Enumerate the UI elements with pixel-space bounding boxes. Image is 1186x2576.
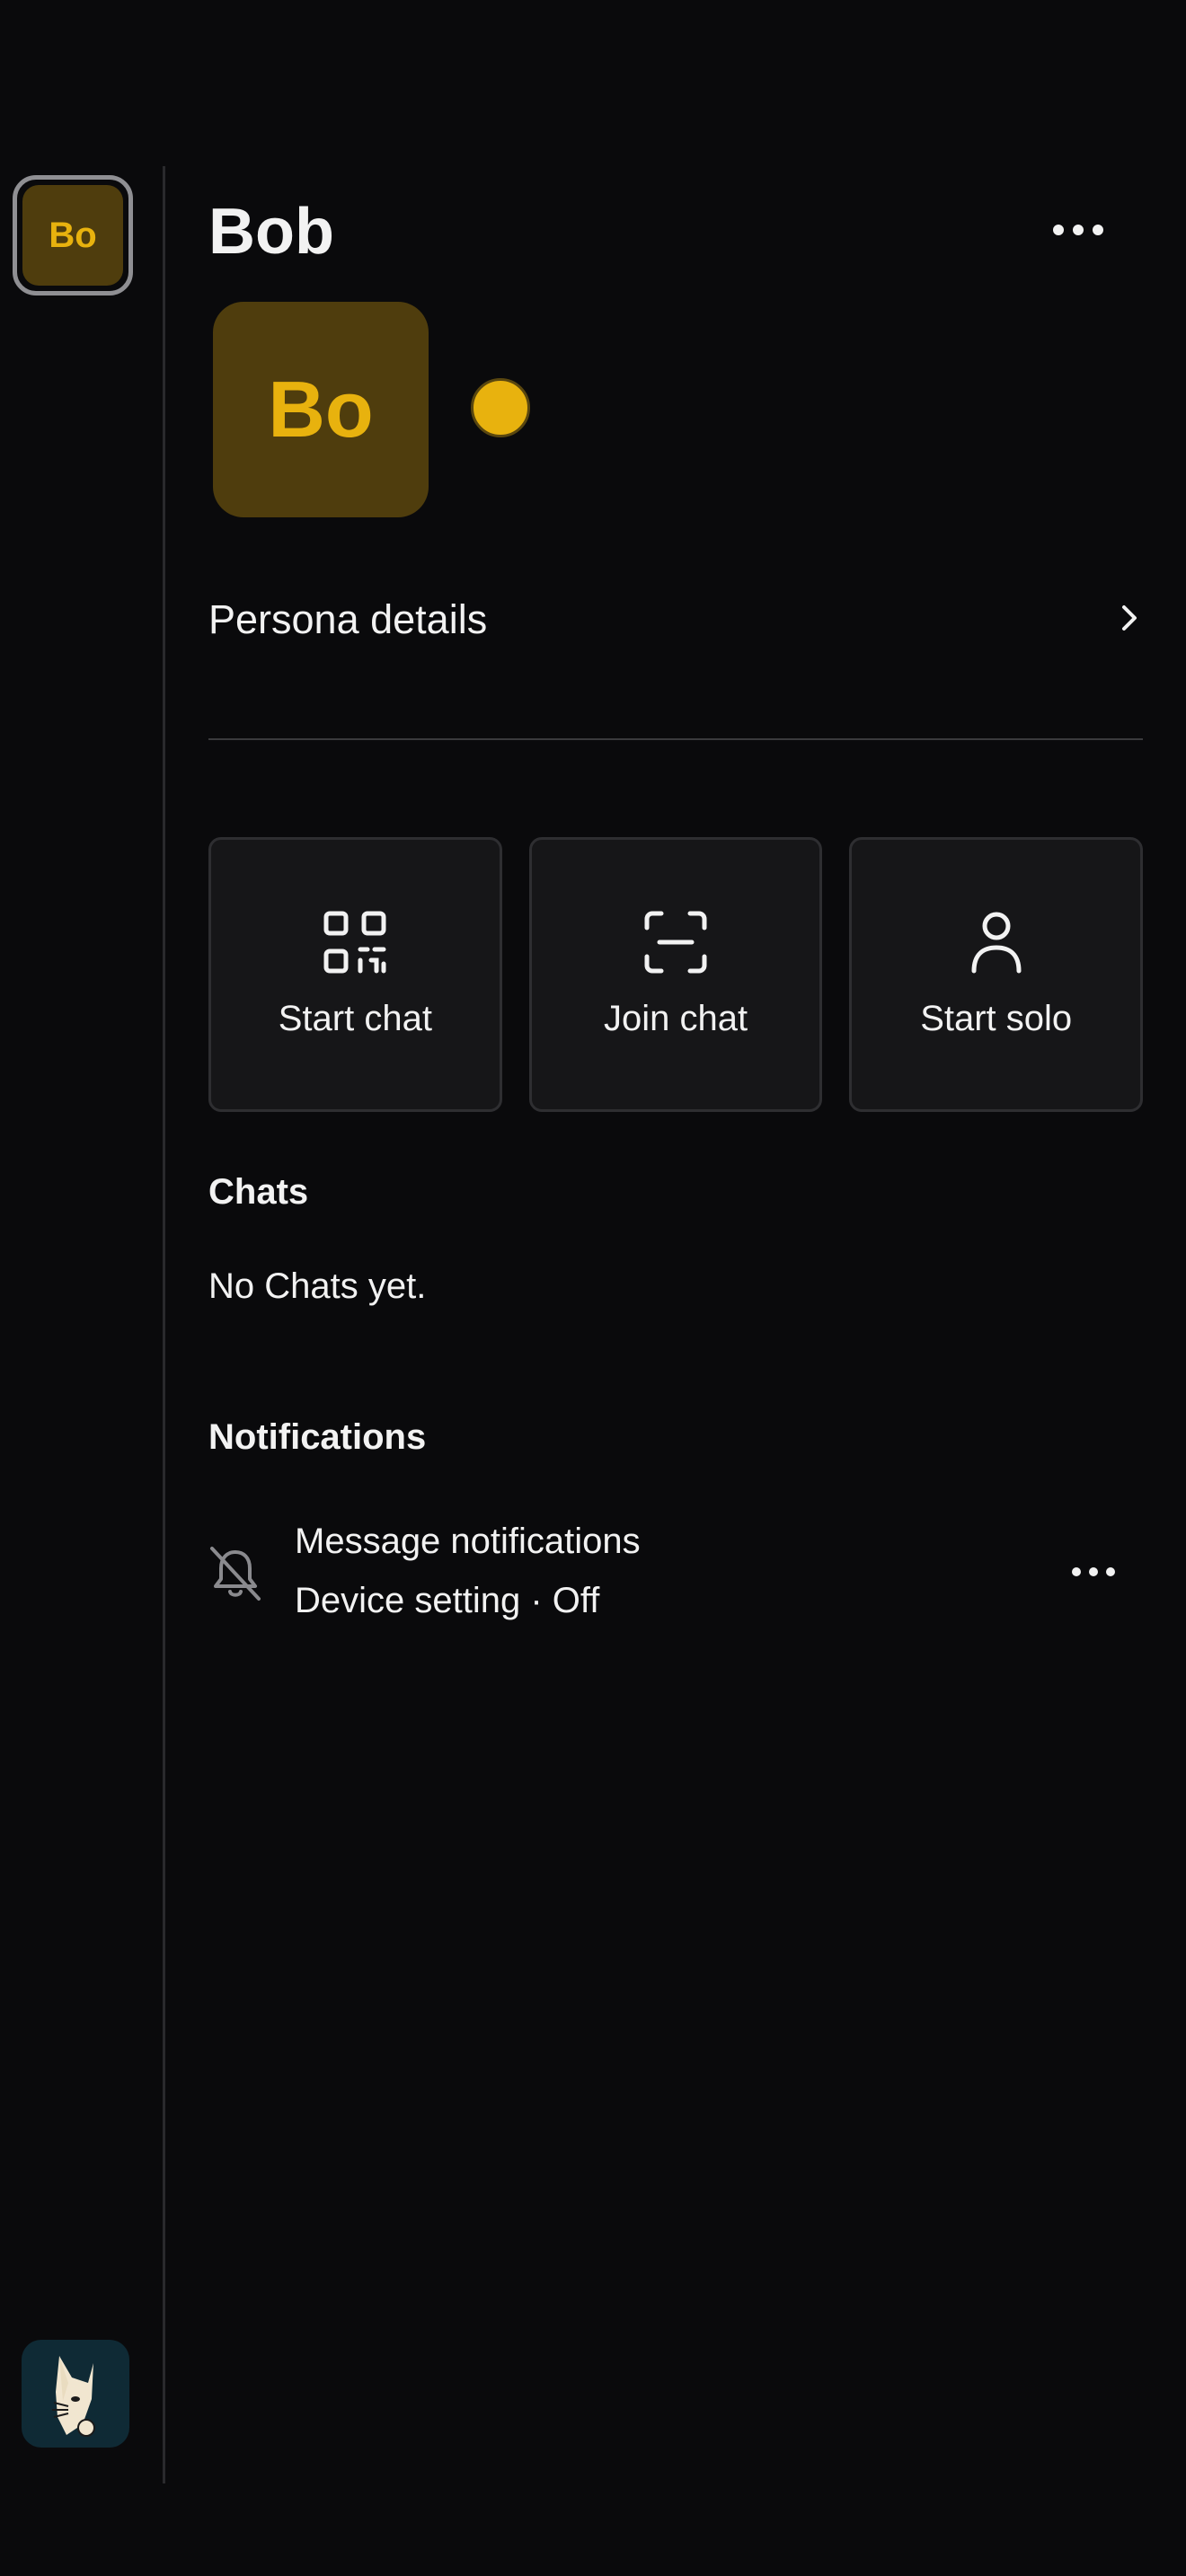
scan-icon bbox=[643, 910, 708, 979]
more-dot-icon bbox=[1093, 225, 1103, 235]
chats-heading: Chats bbox=[208, 1172, 309, 1212]
more-dot-icon bbox=[1106, 1567, 1115, 1576]
qr-code-icon bbox=[323, 910, 387, 979]
notification-more-button[interactable] bbox=[1062, 1554, 1125, 1590]
notification-title: Message notifications bbox=[295, 1522, 641, 1561]
message-notifications-row[interactable]: Message notifications Device setting · O… bbox=[208, 1518, 1143, 1635]
person-icon bbox=[969, 910, 1023, 979]
more-dot-icon bbox=[1089, 1567, 1098, 1576]
more-dot-icon bbox=[1073, 225, 1084, 235]
rail-avatar-initials: Bo bbox=[22, 185, 123, 286]
status-indicator bbox=[471, 378, 530, 437]
chevron-right-icon bbox=[1116, 600, 1143, 640]
action-buttons: Start chat Join chat Start solo bbox=[208, 837, 1144, 1112]
bell-off-icon bbox=[208, 1545, 262, 1602]
notifications-heading: Notifications bbox=[208, 1417, 427, 1457]
more-options-button[interactable] bbox=[1042, 212, 1114, 248]
persona-details-row[interactable]: Persona details bbox=[208, 584, 1143, 656]
side-rail: Bo bbox=[0, 166, 165, 2483]
more-dot-icon bbox=[1072, 1567, 1081, 1576]
join-chat-button[interactable]: Join chat bbox=[528, 837, 823, 1112]
page-title: Bob bbox=[208, 196, 334, 268]
more-dot-icon bbox=[1053, 225, 1064, 235]
notification-subtitle: Device setting · Off bbox=[295, 1581, 600, 1620]
start-chat-label: Start chat bbox=[278, 999, 432, 1038]
section-divider bbox=[208, 738, 1143, 740]
rail-persona-avatar[interactable]: Bo bbox=[13, 175, 133, 296]
join-chat-label: Join chat bbox=[603, 999, 748, 1038]
profile-avatar[interactable]: Bo bbox=[213, 302, 429, 517]
persona-details-label: Persona details bbox=[208, 596, 488, 642]
app-logo-icon[interactable] bbox=[22, 2340, 129, 2448]
chats-empty-text: No Chats yet. bbox=[208, 1266, 427, 1306]
start-solo-button[interactable]: Start solo bbox=[849, 837, 1144, 1112]
start-chat-button[interactable]: Start chat bbox=[208, 837, 502, 1112]
start-solo-label: Start solo bbox=[920, 999, 1073, 1038]
